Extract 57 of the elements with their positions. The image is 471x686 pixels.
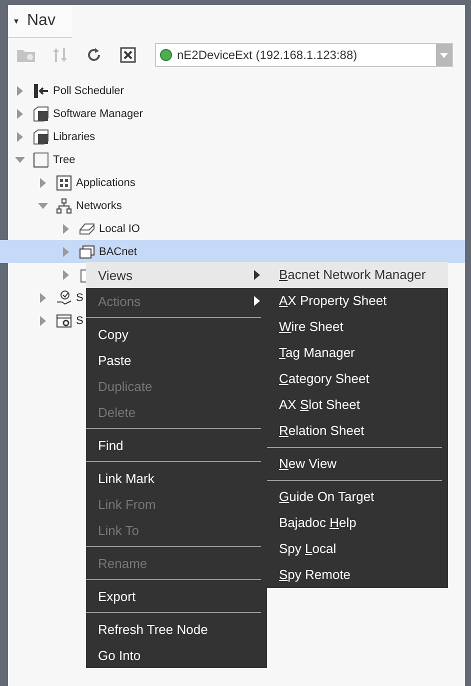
cube-icon (33, 128, 49, 144)
menu-item[interactable]: New View (267, 451, 448, 477)
expand-arrow-icon[interactable] (15, 132, 25, 142)
menu-item[interactable]: AX Slot Sheet (267, 392, 448, 418)
network-icon (56, 198, 72, 214)
menu-item[interactable]: Category Sheet (267, 366, 448, 392)
expand-arrow-icon[interactable] (61, 270, 71, 280)
expand-arrow-icon[interactable] (15, 86, 25, 96)
service-icon (56, 290, 72, 306)
tree-item[interactable]: Applications (76, 176, 136, 188)
expand-arrow-icon[interactable] (15, 108, 25, 118)
menu-item[interactable]: Bajadoc Help (267, 510, 448, 536)
menu-item[interactable]: Guide On Target (267, 484, 448, 510)
grid-icon (56, 174, 72, 190)
device-icon (79, 266, 86, 282)
cube-icon (33, 106, 49, 122)
menu-item[interactable]: Go Into (86, 642, 267, 668)
tree-item[interactable]: Software Manager (53, 108, 143, 120)
tree-item[interactable]: Poll Scheduler (53, 84, 124, 96)
menu-item[interactable]: AX Property Sheet (267, 288, 448, 314)
tree-item[interactable]: Libraries (53, 130, 96, 142)
settings-window-icon (56, 312, 72, 328)
menu-item[interactable]: Relation Sheet (267, 418, 448, 444)
new-folder-icon[interactable] (15, 47, 37, 63)
menu-item[interactable]: Spy Local (267, 536, 448, 562)
menu-item[interactable]: Wire Sheet (267, 314, 448, 340)
submenu-arrow-icon (254, 270, 260, 280)
menu-item[interactable]: Views (86, 262, 267, 288)
collapse-arrow-icon[interactable] (15, 154, 25, 164)
menu-item[interactable]: Paste (86, 347, 267, 373)
menu-item[interactable]: Export (86, 583, 267, 609)
collapse-arrow-icon[interactable] (38, 200, 48, 210)
tree-item[interactable]: S (76, 314, 84, 326)
device-icon (79, 220, 95, 236)
station-dropdown[interactable]: nE2DeviceExt (192.168.1.123:88) (155, 43, 453, 67)
menu-item[interactable]: Refresh Tree Node (86, 616, 267, 642)
menu-item[interactable]: Link Mark (86, 465, 267, 491)
scheduler-icon (33, 82, 49, 98)
square-icon (33, 152, 49, 168)
expand-arrow-icon[interactable] (38, 292, 48, 302)
menu-item[interactable]: Find (86, 432, 267, 458)
caret-icon (440, 52, 448, 58)
menu-item[interactable]: Tag Manager (267, 340, 448, 366)
menu-item[interactable]: Copy (86, 321, 267, 347)
menu-item[interactable]: Bacnet Network Manager (267, 262, 448, 288)
expand-arrow-icon[interactable] (38, 316, 48, 326)
tree-row[interactable]: BACnet (0, 240, 465, 263)
expand-arrow-icon[interactable] (61, 246, 71, 256)
tree-item[interactable]: Networks (76, 200, 122, 212)
menu-item[interactable]: Spy Remote (267, 562, 448, 588)
tree-item[interactable]: S (76, 292, 84, 304)
tree-item[interactable]: Tree (53, 154, 76, 166)
submenu-arrow-icon (254, 296, 260, 306)
tree-item[interactable]: Local IO (99, 222, 140, 234)
expand-arrow-icon[interactable] (38, 178, 48, 188)
expand-arrow-icon[interactable] (61, 224, 71, 234)
stacked-windows-icon (79, 244, 95, 260)
